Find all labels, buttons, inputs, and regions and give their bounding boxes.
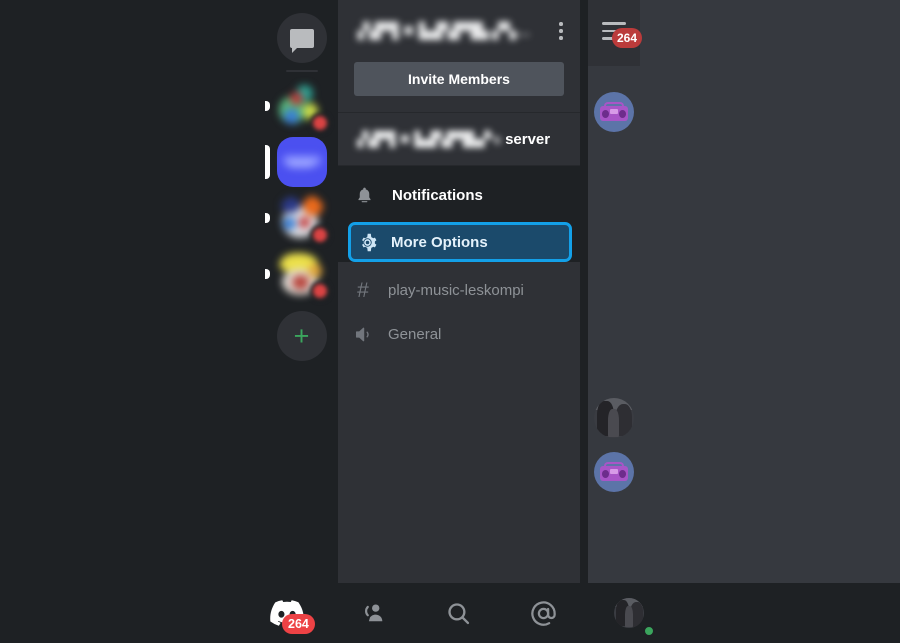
speaker-icon — [352, 325, 374, 344]
server-avatar[interactable] — [277, 193, 330, 245]
person-wave-icon — [364, 604, 382, 622]
invite-members-button[interactable]: Invite Members — [354, 62, 564, 96]
invite-section: Invite Members — [338, 62, 580, 112]
member-avatar-photo[interactable] — [594, 398, 634, 438]
boombox-avatar — [594, 92, 634, 132]
guild-name-text: ▗▚▛▜ ✖ ▙▟▚▛▜▙ ▞▚… — [352, 23, 531, 40]
channel-list-filler — [338, 370, 580, 583]
sidebar-item-direct-messages[interactable] — [265, 10, 338, 66]
channel-list: # play-music-leskompi General — [338, 262, 580, 356]
menu-item-label: More Options — [391, 233, 488, 251]
at-mention-icon — [531, 600, 556, 626]
channel-item-text[interactable]: # play-music-leskompi — [338, 268, 580, 312]
boombox-avatar — [594, 452, 634, 492]
bell-icon — [352, 185, 376, 206]
gear-icon — [355, 232, 379, 253]
chat-bubble-icon[interactable] — [276, 13, 327, 63]
add-server-button[interactable]: + — [265, 308, 338, 364]
server-context-header: ▗▚▛▜ ✖ ▙▟▚▛▜▙▞'s server — [338, 113, 580, 165]
sidebar-item-server-3[interactable] — [265, 190, 338, 246]
server-avatar[interactable] — [277, 81, 330, 133]
guild-header: ▗▚▛▜ ✖ ▙▟▚▛▜▙ ▞▚… — [338, 0, 580, 62]
servers-unread-badge: 264 — [282, 614, 315, 634]
menu-item-label: Notifications — [392, 186, 483, 204]
online-status-indicator — [643, 625, 655, 637]
chat-peek-panel[interactable]: 264 — [588, 0, 900, 583]
bottom-nav-servers-tab[interactable]: 264 — [262, 590, 315, 636]
search-icon — [447, 602, 469, 624]
server-context-name: ▗▚▛▜ ✖ ▙▟▚▛▜▙▞'s — [352, 130, 502, 147]
menu-item-more-options[interactable]: More Options — [348, 222, 572, 262]
user-avatar-icon — [614, 598, 644, 628]
bottom-nav-search-tab[interactable] — [433, 590, 483, 636]
bottom-nav-mentions-tab[interactable] — [519, 590, 569, 636]
unread-badge — [309, 225, 330, 245]
unread-pill — [265, 269, 270, 279]
rail-divider — [285, 70, 318, 72]
channel-name: play-music-leskompi — [388, 281, 524, 299]
unread-badge — [309, 113, 330, 133]
channel-item-voice[interactable]: General — [338, 312, 580, 356]
unread-badge — [309, 281, 330, 301]
sidebar-item-server-2[interactable] — [265, 134, 338, 190]
bottom-nav-items: 264 — [262, 590, 655, 637]
unread-pill — [265, 101, 270, 111]
guild-rail: + — [265, 0, 338, 583]
server-menu: Notifications More Options — [338, 166, 580, 262]
bottom-nav-profile-tab[interactable] — [604, 590, 655, 637]
selected-pill — [265, 145, 270, 179]
sidebar-item-server-4[interactable] — [265, 246, 338, 302]
member-avatar-boombox[interactable] — [594, 92, 634, 132]
channel-panel: ▗▚▛▜ ✖ ▙▟▚▛▜▙ ▞▚… Invite Members ▗▚▛▜ ✖ … — [338, 0, 580, 583]
guild-name: ▗▚▛▜ ✖ ▙▟▚▛▜▙ ▞▚… — [352, 20, 550, 42]
server-avatar[interactable] — [276, 137, 327, 187]
member-avatar-boombox-2[interactable] — [594, 452, 634, 492]
discord-mobile-screen: + ▗▚▛▜ ✖ ▙▟▚▛▜▙ ▞▚… Invite Members ▗▚▛▜ … — [0, 0, 900, 643]
server-avatar[interactable] — [277, 249, 330, 301]
channel-name: General — [388, 325, 442, 343]
bottom-navigation-bar: 264 — [0, 583, 900, 643]
menu-item-notifications[interactable]: Notifications — [338, 170, 580, 220]
plus-icon[interactable]: + — [276, 311, 327, 361]
unread-pill — [265, 213, 270, 223]
bottom-nav-friends-tab[interactable] — [348, 590, 398, 636]
sidebar-item-server-1[interactable] — [265, 78, 338, 134]
menu-unread-badge: 264 — [612, 28, 643, 48]
more-vertical-icon[interactable] — [550, 16, 572, 46]
photo-avatar — [594, 398, 634, 438]
hash-icon: # — [357, 278, 369, 302]
server-context-suffix: server — [505, 130, 551, 148]
